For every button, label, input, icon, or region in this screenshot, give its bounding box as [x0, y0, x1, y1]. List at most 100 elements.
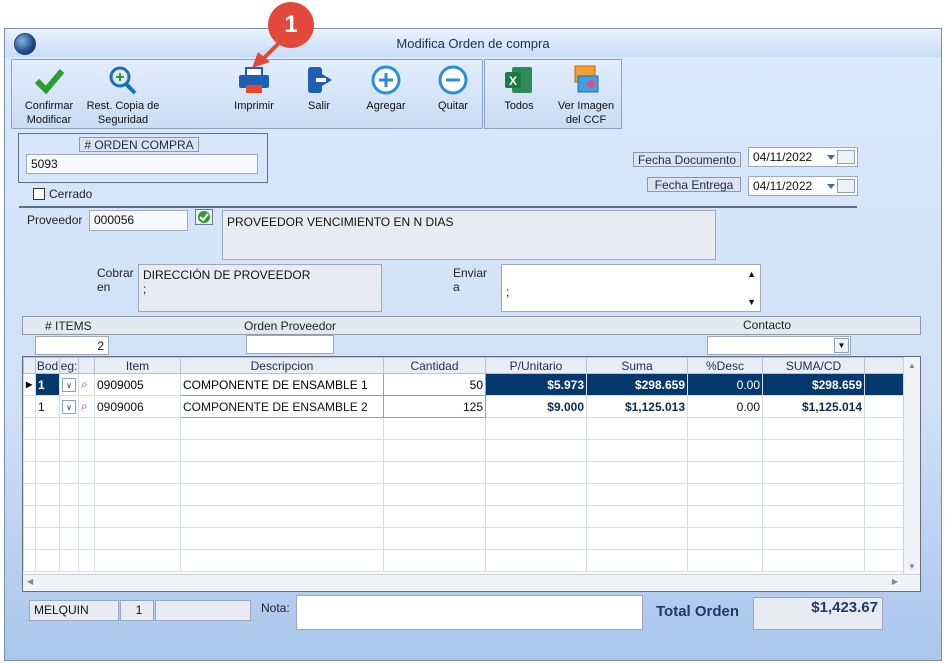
cell-unit: $5.973 [485, 373, 587, 396]
export-toolbar: X Todos Ver Imagen del CCF [484, 59, 622, 129]
chevron-down-icon[interactable]: ∨ [59, 373, 79, 396]
scroll-up-icon[interactable]: ▲ [747, 267, 756, 281]
view-image-button[interactable]: Ver Imagen del CCF [555, 64, 617, 127]
col-item-header[interactable]: Item [94, 357, 181, 374]
supplier-label: Proveedor [27, 213, 83, 227]
main-toolbar: Confirmar Modificar Rest. Copia de Segur… [11, 59, 483, 129]
remove-button[interactable]: Quitar [426, 64, 480, 113]
note-field[interactable] [296, 595, 643, 630]
col-qty-header[interactable]: Cantidad [383, 357, 486, 374]
supplier-order-field[interactable] [246, 335, 334, 354]
items-count-field: 2 [35, 336, 109, 355]
empty-row [23, 505, 905, 528]
exit-button[interactable]: Salir [294, 64, 344, 113]
empty-row [23, 417, 905, 440]
plus-circle-icon [369, 64, 403, 96]
empty-row [23, 527, 905, 550]
note-label: Nota: [261, 601, 290, 615]
chevron-down-icon [827, 184, 835, 189]
chevron-down-icon [827, 155, 835, 160]
scroll-down-icon[interactable]: ▼ [747, 295, 756, 309]
excel-all-button[interactable]: X Todos [495, 64, 543, 113]
calendar-icon[interactable] [837, 179, 855, 193]
confirm-button[interactable]: Confirmar Modificar [18, 64, 80, 127]
delivery-date-picker[interactable]: 04/11/2022 [748, 176, 858, 196]
col-filler-header [864, 357, 905, 374]
contact-select[interactable]: ▼ [707, 336, 851, 355]
row-pointer-icon: ▶ [23, 373, 36, 396]
divider [19, 206, 857, 208]
purchase-order-window: Modifica Orden de compra Confirmar Modif… [4, 28, 942, 661]
col-desc-header[interactable]: Descripcion [180, 357, 384, 374]
image-icon [569, 64, 603, 96]
title-bar: Modifica Orden de compra [5, 29, 941, 57]
add-button[interactable]: Agregar [356, 64, 416, 113]
chevron-down-icon[interactable]: ▼ [834, 338, 849, 353]
grid-header-row: Bod eg: Item Descripcion Cantidad P/Unit… [23, 357, 905, 374]
cell-item[interactable]: 0909005 [94, 373, 181, 396]
window-title: Modifica Orden de compra [396, 36, 550, 51]
excel-icon: X [502, 64, 536, 96]
cell-disc: 0.00 [687, 373, 763, 396]
cell-sumcd: $298.659 [762, 373, 865, 396]
lookup-icon[interactable]: ⌕ [78, 373, 95, 396]
scroll-right-icon[interactable]: ▶ [892, 577, 898, 586]
empty-row [23, 483, 905, 506]
scroll-left-icon[interactable]: ◀ [27, 577, 33, 586]
supplier-code-field[interactable]: 000056 [89, 210, 188, 231]
cell-qty[interactable]: 50 [383, 373, 486, 396]
scroll-down-icon[interactable]: ▼ [904, 562, 920, 571]
order-number-field[interactable]: 5093 [26, 154, 258, 174]
cell-disc: 0.00 [687, 395, 763, 418]
annotation-badge: 1 [268, 2, 314, 48]
send-label: Enviar a [453, 266, 488, 294]
cell-sumcd: $1,125.014 [762, 395, 865, 418]
doc-date-picker[interactable]: 04/11/2022 [748, 147, 858, 167]
print-button[interactable]: Imprimir [226, 64, 282, 113]
cell-bod[interactable]: 1 [35, 395, 60, 418]
cell-bod[interactable]: 1 [35, 373, 60, 396]
calendar-icon[interactable] [837, 150, 855, 164]
col-sumcd-header[interactable]: SUMA/CD [762, 357, 865, 374]
cell-sum: $298.659 [586, 373, 688, 396]
status-field [155, 600, 251, 621]
validate-check-icon[interactable] [195, 209, 213, 225]
delivery-date-label: Fecha Entrega [647, 177, 741, 192]
order-number-group: # ORDEN COMPRA 5093 [18, 133, 268, 183]
supplier-name-field: PROVEEDOR VENCIMIENTO EN N DIAS [222, 210, 716, 260]
lookup-icon[interactable]: ⌕ [78, 395, 95, 418]
col-bod-header[interactable]: Bod [35, 357, 60, 374]
table-row[interactable]: 1 ∨ ⌕ 0909006 COMPONENTE DE ENSAMBLE 2 1… [23, 395, 905, 418]
charge-address-field: DIRECCIÓN DE PROVEEDOR ; [138, 264, 382, 312]
app-globe-icon [14, 33, 36, 55]
closed-checkbox[interactable] [33, 188, 45, 200]
cell-item[interactable]: 0909006 [94, 395, 181, 418]
minus-circle-icon [436, 64, 470, 96]
cell-desc[interactable]: COMPONENTE DE ENSAMBLE 1 [180, 373, 384, 396]
cell-qty[interactable]: 125 [383, 395, 486, 418]
scroll-up-icon[interactable]: ▲ [904, 361, 920, 370]
table-row[interactable]: ▶ 1 ∨ ⌕ 0909005 COMPONENTE DE ENSAMBLE 1… [23, 373, 905, 396]
items-count-label: # ITEMS [45, 319, 92, 333]
cell-desc[interactable]: COMPONENTE DE ENSAMBLE 2 [180, 395, 384, 418]
order-number-label: # ORDEN COMPRA [79, 137, 199, 152]
send-address-field[interactable]: ; ▲ ▼ [501, 264, 761, 312]
items-table: Bod eg: Item Descripcion Cantidad P/Unit… [23, 357, 905, 572]
col-unit-header[interactable]: P/Unitario [485, 357, 587, 374]
svg-text:X: X [509, 74, 517, 88]
printer-icon [237, 64, 271, 96]
col-disc-header[interactable]: %Desc [687, 357, 763, 374]
restore-backup-button[interactable]: Rest. Copia de Seguridad [82, 64, 164, 127]
chevron-down-icon[interactable]: ∨ [59, 395, 79, 418]
user-field: MELQUIN [29, 600, 119, 621]
charge-label: Cobrar en [97, 266, 134, 294]
horizontal-scrollbar[interactable]: ◀ ▶ [23, 574, 920, 591]
items-grid: Bod eg: Item Descripcion Cantidad P/Unit… [22, 356, 921, 592]
vertical-scrollbar[interactable]: ▲ ▼ [903, 357, 920, 591]
station-field: 1 [120, 600, 154, 621]
checkmark-icon [32, 64, 66, 96]
col-sum-header[interactable]: Suma [586, 357, 688, 374]
col-eg-header[interactable]: eg: [59, 357, 79, 374]
col-lookup-header[interactable] [78, 357, 95, 374]
empty-row [23, 439, 905, 462]
